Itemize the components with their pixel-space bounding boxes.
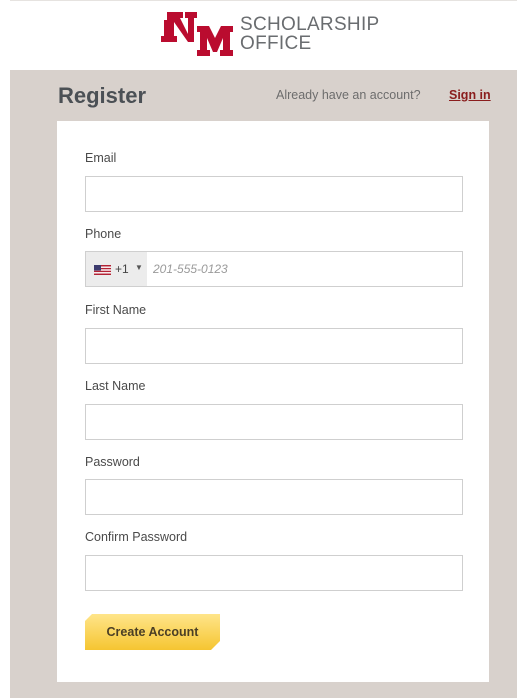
chevron-down-icon: ▼ <box>135 263 143 272</box>
us-flag-icon <box>94 265 111 275</box>
email-label: Email <box>85 151 117 165</box>
register-heading: Register <box>58 83 147 108</box>
password-label: Password <box>85 455 140 469</box>
first-name-label: First Name <box>85 303 147 317</box>
office-title-line2: OFFICE <box>240 33 312 54</box>
office-title: SCHOLARSHIP OFFICE <box>240 15 380 53</box>
unm-logo-icon <box>161 12 233 56</box>
site-header: SCHOLARSHIP OFFICE <box>0 0 517 70</box>
last-name-field[interactable] <box>85 404 463 440</box>
password-field[interactable] <box>85 479 463 515</box>
confirm-password-field[interactable] <box>85 555 463 591</box>
email-field[interactable] <box>85 176 463 212</box>
phone-label: Phone <box>85 227 122 241</box>
last-name-label: Last Name <box>85 379 146 393</box>
dial-code: +1 <box>115 262 129 276</box>
phone-field-group: +1 ▼ <box>85 251 463 287</box>
already-account-text: Already have an account? <box>276 88 421 102</box>
sign-in-link[interactable]: Sign in <box>449 88 491 102</box>
country-code-select[interactable]: +1 ▼ <box>86 252 147 286</box>
first-name-field[interactable] <box>85 328 463 364</box>
confirm-password-label: Confirm Password <box>85 530 188 544</box>
phone-input[interactable] <box>147 252 462 286</box>
office-title-line1: SCHOLARSHIP <box>240 14 380 35</box>
create-account-button[interactable]: Create Account <box>85 614 220 650</box>
